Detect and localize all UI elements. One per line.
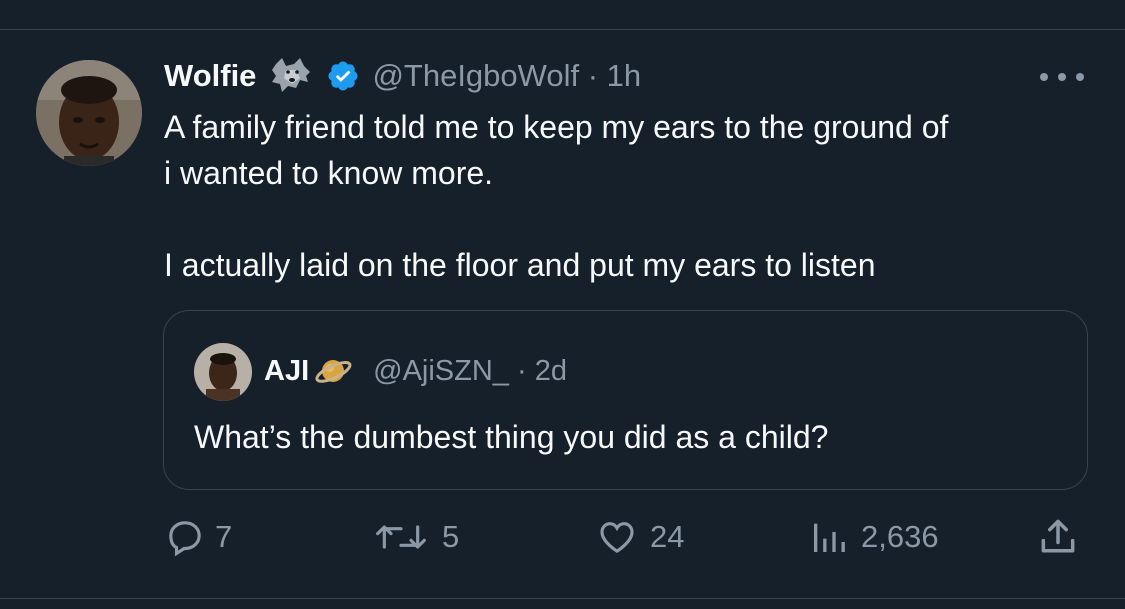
retweet-count: 5 <box>442 519 460 554</box>
verified-badge-icon[interactable] <box>326 59 360 93</box>
author-avatar[interactable] <box>36 60 142 166</box>
retweet-button[interactable]: 5 <box>370 513 459 561</box>
top-divider <box>0 29 1125 30</box>
author-name[interactable]: Wolfie <box>164 58 256 94</box>
reply-icon <box>165 517 205 557</box>
like-icon <box>594 517 640 557</box>
share-button[interactable] <box>1036 513 1080 561</box>
tweet-header: Wolfie @TheIgboWolf · 1h <box>164 52 641 100</box>
views-button[interactable]: 2,636 <box>807 513 939 561</box>
more-dot <box>1058 73 1066 81</box>
bottom-divider <box>0 598 1125 599</box>
quoted-author-avatar[interactable] <box>194 343 252 401</box>
quoted-text: What’s the dumbest thing you did as a ch… <box>194 419 829 455</box>
tweet-text-line: A family friend told me to keep my ears … <box>164 109 949 145</box>
like-button[interactable]: 24 <box>594 513 684 561</box>
share-icon <box>1036 515 1080 559</box>
quoted-handle-time[interactable]: @AjiSZN_ · 2d <box>373 355 567 388</box>
more-dot <box>1040 73 1048 81</box>
quoted-header: AJI @AjiSZN_ · 2d <box>264 349 567 393</box>
more-icon[interactable] <box>1040 62 1084 92</box>
ringed-planet-emoji-icon <box>313 351 353 391</box>
reply-count: 7 <box>215 519 233 554</box>
reply-button[interactable]: 7 <box>165 513 232 561</box>
more-dot <box>1076 73 1084 81</box>
like-count: 24 <box>650 519 685 554</box>
views-count: 2,636 <box>861 519 939 554</box>
quoted-tweet[interactable]: AJI @AjiSZN_ · 2d What’s the dumbest thi… <box>163 310 1088 490</box>
quoted-author-name[interactable]: AJI <box>264 355 309 388</box>
tweet-text-line: I actually laid on the floor and put my … <box>164 247 876 283</box>
wolf-emoji-icon <box>270 56 312 96</box>
views-icon <box>807 517 851 557</box>
retweet-icon <box>370 517 432 557</box>
tweet-text-line: i wanted to know more. <box>164 155 494 191</box>
author-handle-time[interactable]: @TheIgboWolf · 1h <box>372 58 641 94</box>
